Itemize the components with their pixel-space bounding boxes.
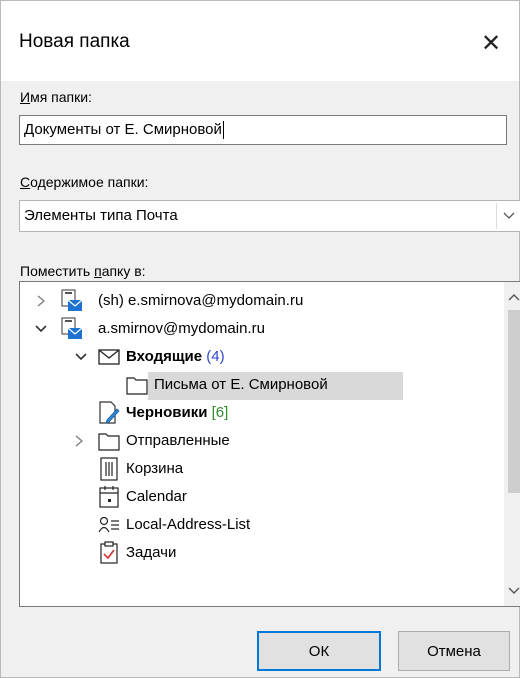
close-button[interactable]: ✕ — [471, 23, 511, 63]
folder-tree[interactable]: (sh) e.smirnova@mydomain.ru a.smirnov@my… — [19, 281, 520, 607]
tree-item-inbox[interactable]: Входящие (4) — [126, 348, 225, 365]
dialog-title: Новая папка — [19, 31, 130, 52]
chevron-down-icon — [503, 212, 515, 219]
folder-contents-select[interactable]: Элементы типа Почта — [19, 200, 520, 232]
folder-name-label: Имя папки: — [20, 89, 92, 105]
folder-contents-value: Элементы типа Почта — [24, 207, 178, 224]
folder-icon — [98, 429, 120, 453]
scroll-thumb[interactable] — [508, 310, 520, 493]
calendar-icon — [98, 485, 120, 509]
title-bar: Новая папка ✕ — [1, 1, 519, 81]
place-folder-label: Поместить папку в: — [20, 263, 146, 279]
envelope-icon — [98, 345, 120, 369]
cancel-button[interactable]: Отмена — [398, 631, 510, 671]
inbox-unread-count: (4) — [206, 348, 225, 365]
folder-contents-label: Содержимое папки: — [20, 174, 149, 190]
tree-item-tasks[interactable]: Задачи — [126, 544, 176, 561]
mailbox-icon — [61, 289, 83, 313]
chevron-down-icon[interactable] — [33, 321, 49, 337]
tree-item-subfolder-selected[interactable]: Письма от Е. Смирновой — [154, 376, 328, 393]
chevron-right-icon[interactable] — [33, 293, 49, 309]
dropdown-arrow-button[interactable] — [496, 203, 520, 229]
folder-icon — [126, 373, 148, 397]
scroll-up-button[interactable] — [504, 285, 520, 309]
folder-name-input[interactable]: Документы от Е. Смирновой — [19, 115, 507, 145]
tree-item-account-main[interactable]: a.smirnov@mydomain.ru — [98, 320, 265, 337]
tree-item-drafts[interactable]: Черновики [6] — [126, 404, 228, 421]
drafts-count: [6] — [211, 404, 229, 421]
drafts-icon — [98, 401, 120, 425]
chevron-right-icon[interactable] — [71, 433, 87, 449]
tree-item-sent[interactable]: Отправленные — [126, 432, 230, 449]
contacts-icon — [98, 513, 120, 537]
chevron-up-icon — [508, 294, 520, 301]
mailbox-icon — [61, 317, 83, 341]
trash-icon — [98, 457, 120, 481]
scroll-down-button[interactable] — [504, 579, 520, 603]
tree-item-trash[interactable]: Корзина — [126, 460, 183, 477]
chevron-down-icon[interactable] — [73, 349, 89, 365]
tree-item-account-shared[interactable]: (sh) e.smirnova@mydomain.ru — [98, 292, 303, 309]
ok-button[interactable]: ОК — [257, 631, 381, 671]
chevron-down-icon — [508, 587, 520, 594]
tasks-icon — [98, 541, 120, 565]
new-folder-dialog: Новая папка ✕ Имя папки: Документы от Е.… — [0, 0, 520, 678]
tree-item-calendar[interactable]: Calendar — [126, 488, 187, 505]
tree-item-address-list[interactable]: Local-Address-List — [126, 516, 250, 533]
close-icon: ✕ — [480, 29, 502, 57]
